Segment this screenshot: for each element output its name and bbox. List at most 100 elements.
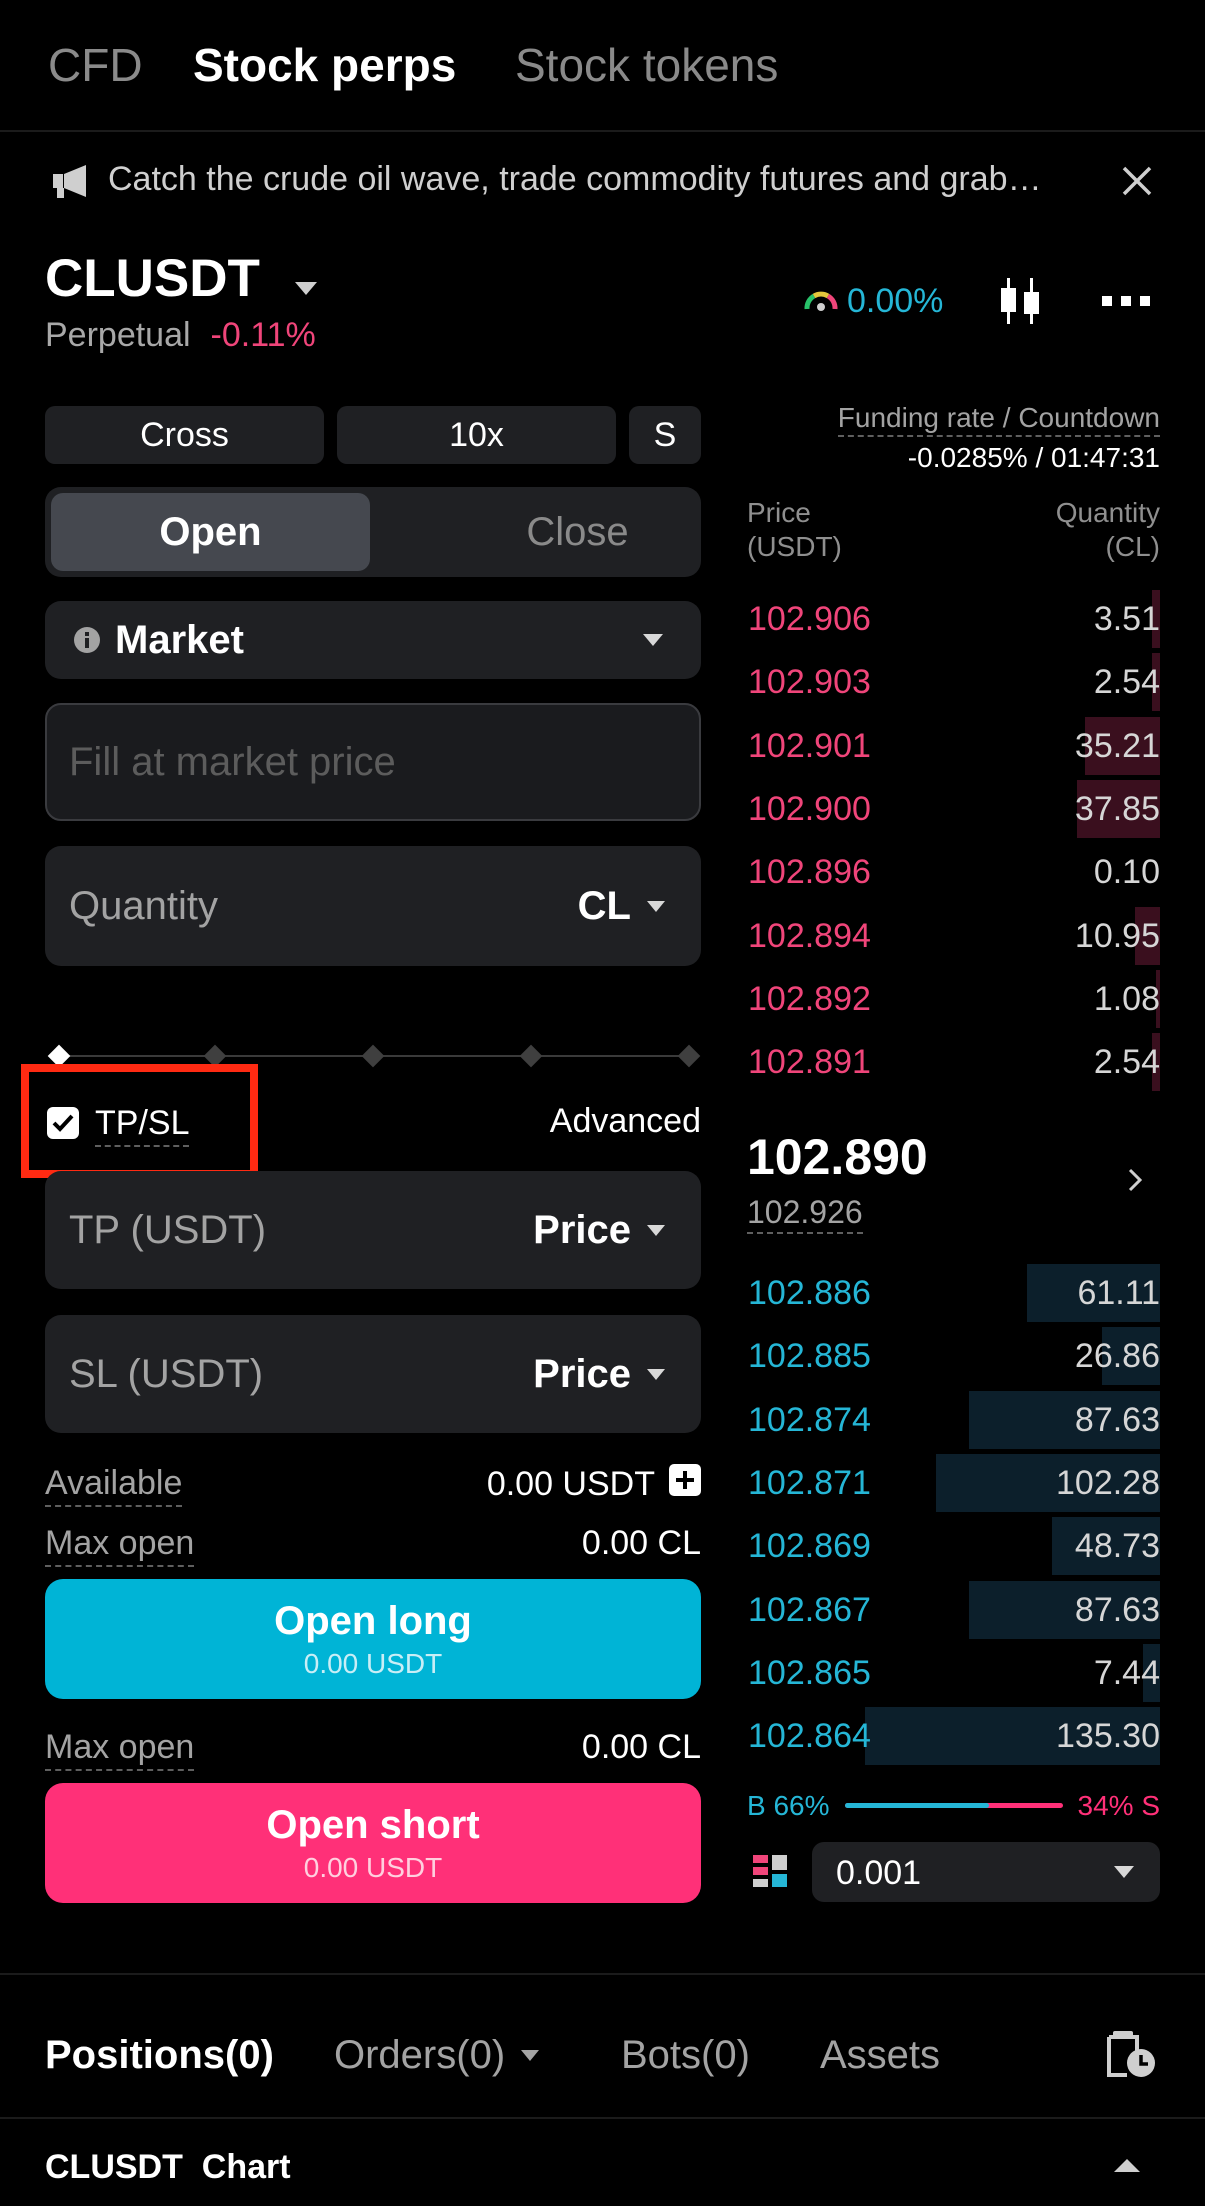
price-change: -0.11% — [210, 316, 316, 354]
bid-row[interactable]: 102.867 87.63 — [745, 1580, 1160, 1639]
ask-row[interactable]: 102.900 37.85 — [745, 779, 1160, 838]
quantity-header: Quantity (CL) — [960, 496, 1160, 564]
ask-row[interactable]: 102.906 3.51 — [745, 590, 1160, 648]
quantity-input[interactable]: Quantity CL — [45, 846, 701, 966]
promo-banner[interactable]: Catch the crude oil wave, trade commodit… — [0, 134, 1205, 230]
open-long-button[interactable]: Open long 0.00 USDT — [45, 1579, 701, 1699]
sentiment-indicator[interactable]: 0.00% — [803, 282, 943, 321]
ask-quantity: 35.21 — [1074, 726, 1160, 765]
open-short-label: Open short — [266, 1802, 480, 1847]
available-label: Available — [45, 1464, 183, 1507]
slider-step[interactable] — [677, 1044, 701, 1068]
tab-orders-label: Orders(0) — [334, 2033, 506, 2077]
tpsl-checkbox[interactable]: TP/SL — [47, 1104, 190, 1147]
bid-price: 102.869 — [748, 1527, 871, 1566]
slider-step[interactable] — [361, 1044, 385, 1068]
ask-row[interactable]: 102.891 2.54 — [745, 1033, 1160, 1092]
price-header-unit: (USDT) — [747, 531, 842, 562]
open-tab[interactable]: Open — [51, 493, 370, 571]
bid-row[interactable]: 102.869 48.73 — [745, 1517, 1160, 1576]
tab-stock-perps[interactable]: Stock perps — [193, 38, 456, 92]
ask-row[interactable]: 102.901 35.21 — [745, 716, 1160, 775]
ask-row[interactable]: 102.896 0.10 — [745, 843, 1160, 901]
info-icon[interactable] — [73, 626, 101, 659]
symbol-selector[interactable]: CLUSDT — [45, 248, 317, 309]
more-icon[interactable] — [1102, 294, 1150, 313]
max-open-label: Max open — [45, 1524, 195, 1567]
ask-quantity: 37.85 — [1074, 789, 1160, 828]
banner-text: Catch the crude oil wave, trade commodit… — [108, 160, 1042, 198]
order-history-icon[interactable] — [1105, 2031, 1157, 2084]
ask-row[interactable]: 102.903 2.54 — [745, 653, 1160, 712]
tab-cfd[interactable]: CFD — [48, 38, 143, 92]
ask-quantity: 0.10 — [1093, 853, 1160, 892]
chevron-down-icon — [294, 248, 317, 309]
bid-quantity: 26.86 — [1074, 1337, 1160, 1376]
last-price[interactable]: 102.890 — [747, 1128, 928, 1186]
tab-assets[interactable]: Assets — [820, 2033, 940, 2078]
tp-input[interactable]: TP (USDT) Price — [45, 1171, 701, 1289]
candlestick-chart-icon[interactable] — [995, 276, 1045, 331]
footer-symbol: CLUSDT — [45, 2148, 183, 2186]
bid-quantity: 7.44 — [1093, 1653, 1160, 1692]
tab-bots[interactable]: Bots(0) — [621, 2033, 750, 2078]
bid-quantity: 61.11 — [1077, 1274, 1160, 1312]
ratio-bar-buy — [845, 1803, 989, 1808]
sl-mode-select[interactable]: Price — [533, 1352, 665, 1397]
order-type-select[interactable]: Market — [45, 601, 701, 679]
advanced-link[interactable]: Advanced — [540, 1102, 701, 1141]
slider-step[interactable] — [519, 1044, 543, 1068]
price-header: Price (USDT) — [747, 496, 842, 564]
ratio-bar — [845, 1803, 1063, 1808]
chart-footer[interactable]: CLUSDT Chart — [45, 2148, 291, 2187]
ask-row[interactable]: 102.892 1.08 — [745, 969, 1160, 1028]
bid-price: 102.886 — [748, 1274, 871, 1312]
close-icon[interactable] — [1120, 164, 1154, 203]
ask-quantity: 1.08 — [1093, 979, 1160, 1018]
ask-row[interactable]: 102.894 10.95 — [745, 906, 1160, 965]
funding-label: Funding rate / Countdown — [745, 402, 1160, 437]
chevron-down-icon — [1114, 1866, 1134, 1884]
contract-type: Perpetual — [45, 316, 191, 354]
ask-quantity: 3.51 — [1093, 600, 1160, 638]
price-input[interactable]: Fill at market price — [45, 703, 701, 821]
quantity-header-title: Quantity — [1055, 497, 1160, 528]
book-layout-icon[interactable] — [753, 1855, 787, 1894]
bid-row[interactable]: 102.874 87.63 — [745, 1390, 1160, 1449]
bid-quantity: 135.30 — [1056, 1717, 1160, 1756]
mark-price: 102.926 — [747, 1194, 863, 1234]
sl-input[interactable]: SL (USDT) Price — [45, 1315, 701, 1433]
precision-select[interactable]: 0.001 — [812, 1842, 1160, 1902]
bid-row[interactable]: 102.885 26.86 — [745, 1327, 1160, 1386]
tab-positions[interactable]: Positions(0) — [45, 2033, 274, 2078]
bid-price: 102.871 — [748, 1463, 871, 1502]
tab-stock-tokens[interactable]: Stock tokens — [515, 38, 778, 92]
tp-mode-select[interactable]: Price — [533, 1208, 665, 1253]
bid-quantity: 87.63 — [1074, 1590, 1160, 1629]
tab-orders[interactable]: Orders(0) — [334, 2033, 540, 2078]
close-tab[interactable]: Close — [418, 493, 737, 571]
bid-row[interactable]: 102.871 102.28 — [745, 1453, 1160, 1512]
sentiment-value: 0.00% — [847, 282, 944, 320]
max-open-label: Max open — [45, 1728, 195, 1771]
quantity-unit-select[interactable]: CL — [578, 884, 665, 929]
add-funds-icon[interactable] — [669, 1464, 701, 1505]
open-short-button[interactable]: Open short 0.00 USDT — [45, 1783, 701, 1903]
size-mode-button[interactable]: S — [629, 406, 701, 464]
bid-price: 102.874 — [748, 1400, 871, 1439]
footer-chart-label: Chart — [201, 2148, 291, 2186]
bid-row[interactable]: 102.886 61.11 — [745, 1264, 1160, 1322]
tp-label: TP (USDT) — [69, 1208, 267, 1252]
margin-mode-button[interactable]: Cross — [45, 406, 324, 464]
bid-row[interactable]: 102.864 135.30 — [745, 1707, 1160, 1766]
chevron-up-icon[interactable] — [1114, 2158, 1140, 2178]
ask-price: 102.901 — [748, 726, 871, 765]
ask-price: 102.900 — [748, 789, 871, 828]
max-open-long-row: Max open 0.00 CL — [45, 1524, 701, 1568]
bid-price: 102.864 — [748, 1717, 871, 1756]
leverage-button[interactable]: 10x — [337, 406, 616, 464]
chevron-right-icon[interactable] — [1128, 1168, 1143, 1197]
checkbox-checked-icon[interactable] — [47, 1107, 79, 1144]
max-open-short-row: Max open 0.00 CL — [45, 1728, 701, 1772]
bid-row[interactable]: 102.865 7.44 — [745, 1643, 1160, 1702]
